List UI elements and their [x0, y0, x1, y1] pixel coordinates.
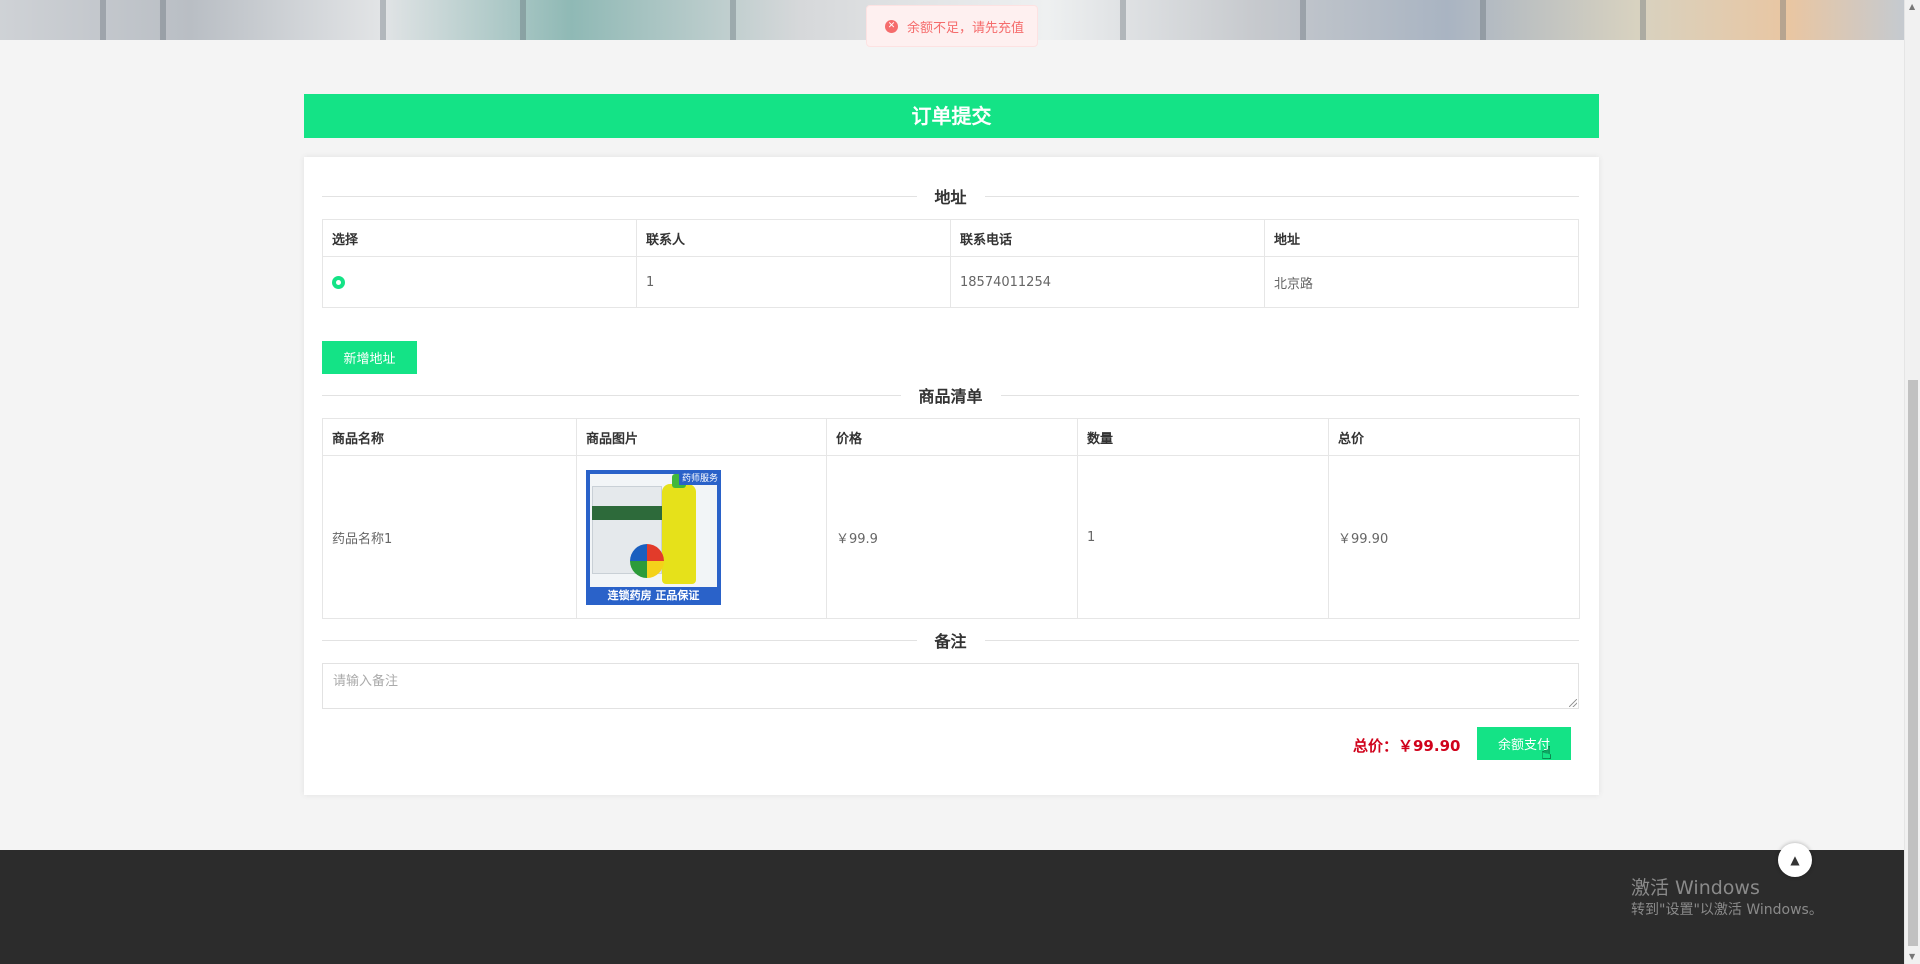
page-footer — [0, 850, 1904, 964]
vertical-scrollbar[interactable]: ▲ ▼ — [1904, 0, 1920, 964]
column-header-address: 地址 — [1264, 219, 1579, 257]
address-table-header: 选择 联系人 联系电话 地址 — [322, 219, 1579, 257]
address-row[interactable]: 1 18574011254 北京路 — [322, 256, 1579, 308]
hand-cursor-icon: ☝ — [1541, 743, 1552, 764]
column-header-price: 价格 — [826, 418, 1078, 456]
product-image-caption: 连锁药房 正品保证 — [586, 586, 721, 605]
remark-heading: 备注 — [916, 628, 985, 652]
remark-divider: 备注 — [322, 628, 1579, 652]
goods-table-header: 商品名称 商品图片 价格 数量 总价 — [322, 418, 1580, 456]
goods-heading: 商品清单 — [900, 383, 1001, 407]
column-header-name: 商品名称 — [322, 418, 577, 456]
error-icon: ✕ — [885, 19, 898, 33]
goods-quantity: 1 — [1077, 455, 1329, 619]
product-image[interactable]: 药师服务 连锁药房 正品保证 — [586, 469, 721, 605]
goods-image-cell: 药师服务 连锁药房 正品保证 — [576, 455, 827, 619]
goods-table: 商品名称 商品图片 价格 数量 总价 药品名称1 药师服务 连锁药房 正品保证 … — [322, 418, 1580, 619]
column-header-quantity: 数量 — [1077, 418, 1329, 456]
caret-up-icon: ▲ — [1790, 853, 1800, 867]
back-to-top-button[interactable]: ▲ — [1778, 843, 1812, 877]
resize-grip-icon[interactable] — [1569, 699, 1577, 707]
goods-total: ￥99.90 — [1328, 455, 1580, 619]
scroll-thumb[interactable] — [1908, 380, 1918, 946]
column-header-image: 商品图片 — [576, 418, 827, 456]
column-header-select: 选择 — [322, 219, 637, 257]
balance-pay-button[interactable]: 余额支付 — [1477, 727, 1571, 760]
windows-watermark-subtitle: 转到"设置"以激活 Windows。 — [1631, 902, 1823, 918]
toast-message: 余额不足，请先充值 — [907, 20, 1025, 36]
goods-row: 药品名称1 药师服务 连锁药房 正品保证 ￥99.9 1 ￥99.90 — [322, 455, 1580, 619]
column-header-contact: 联系人 — [636, 219, 951, 257]
order-total: 总价：￥99.90 — [1353, 737, 1461, 755]
column-header-phone: 联系电话 — [950, 219, 1265, 257]
order-card: 地址 选择 联系人 联系电话 地址 1 18574011254 北京路 新增地址… — [304, 157, 1599, 795]
column-header-total: 总价 — [1328, 418, 1580, 456]
address-select-cell[interactable] — [322, 256, 637, 308]
add-address-button[interactable]: 新增地址 — [322, 341, 417, 374]
scroll-down-icon[interactable]: ▼ — [1909, 952, 1915, 961]
address-table: 选择 联系人 联系电话 地址 1 18574011254 北京路 — [322, 219, 1579, 308]
address-radio[interactable] — [332, 275, 345, 289]
goods-divider: 商品清单 — [322, 383, 1579, 407]
scroll-up-icon[interactable]: ▲ — [1909, 2, 1915, 11]
product-image-tag: 药师服务 — [678, 469, 721, 485]
address-text: 北京路 — [1264, 256, 1579, 308]
page-title: 订单提交 — [304, 94, 1599, 138]
address-contact: 1 — [636, 256, 951, 308]
windows-watermark-title: 激活 Windows — [1631, 877, 1760, 899]
address-heading: 地址 — [916, 184, 985, 208]
remark-input[interactable] — [322, 663, 1579, 709]
error-toast: ✕ 余额不足，请先充值 — [866, 5, 1038, 47]
goods-price: ￥99.9 — [826, 455, 1078, 619]
goods-name: 药品名称1 — [322, 455, 577, 619]
address-divider: 地址 — [322, 184, 1579, 208]
address-phone: 18574011254 — [950, 256, 1265, 308]
